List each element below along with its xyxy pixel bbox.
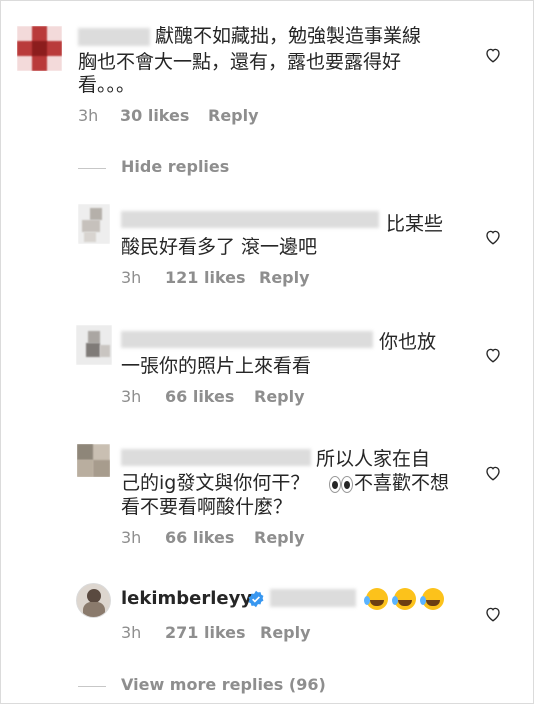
comment-text: 己的ig發文與你何干？ bbox=[121, 472, 310, 494]
comment-text: 不喜歡不想 bbox=[354, 472, 450, 494]
blurred-username[interactable] bbox=[121, 449, 311, 466]
view-more-replies-button[interactable]: View more replies (96) bbox=[121, 675, 326, 694]
likes-count[interactable]: 66 likes bbox=[165, 528, 234, 547]
comment-text: 獻醜不如藏拙，勉強製造事業線 bbox=[155, 25, 422, 47]
reply-button[interactable]: Reply bbox=[254, 528, 305, 547]
timestamp: 3h bbox=[78, 106, 99, 125]
reply-button[interactable]: Reply bbox=[254, 387, 305, 406]
laughing-crying-emoji bbox=[364, 588, 450, 610]
likes-count[interactable]: 66 likes bbox=[165, 387, 234, 406]
reply-button[interactable]: Reply bbox=[259, 268, 310, 287]
comment-text: 看不要看啊酸什麼？ bbox=[121, 496, 293, 518]
avatar[interactable] bbox=[17, 26, 62, 71]
avatar[interactable] bbox=[78, 204, 110, 244]
timestamp: 3h bbox=[121, 623, 142, 642]
heart-icon[interactable] bbox=[484, 228, 502, 246]
heart-icon[interactable] bbox=[484, 464, 502, 482]
blurred-username[interactable] bbox=[121, 331, 373, 348]
likes-count[interactable]: 30 likes bbox=[120, 106, 189, 125]
hide-replies-button[interactable]: Hide replies bbox=[121, 157, 229, 176]
heart-icon[interactable] bbox=[484, 346, 502, 364]
comment-text: 一張你的照片上來看看 bbox=[121, 355, 312, 377]
likes-count[interactable]: 121 likes bbox=[165, 268, 246, 287]
timestamp: 3h bbox=[121, 268, 142, 287]
comment-text: 酸民好看多了 滾一邊吧 bbox=[121, 236, 318, 258]
comment-text: 胸也不會大一點，還有，露也要露得好 bbox=[78, 51, 402, 73]
thread-line bbox=[78, 168, 106, 169]
reply-button[interactable]: Reply bbox=[260, 623, 311, 642]
timestamp: 3h bbox=[121, 387, 142, 406]
blurred-username[interactable] bbox=[78, 28, 150, 46]
comment-text: 你也放 bbox=[379, 331, 437, 353]
avatar[interactable] bbox=[76, 583, 111, 618]
blurred-mention[interactable] bbox=[270, 589, 356, 607]
thread-line bbox=[78, 686, 106, 687]
comment-text: 所以人家在自 bbox=[316, 448, 431, 470]
username[interactable]: lekimberleyy bbox=[121, 588, 252, 609]
likes-count[interactable]: 271 likes bbox=[165, 623, 246, 642]
heart-icon[interactable] bbox=[484, 46, 502, 64]
avatar[interactable] bbox=[76, 325, 112, 365]
comment-text: 看。。。 bbox=[78, 74, 136, 96]
blurred-username[interactable] bbox=[121, 211, 379, 228]
reply-button[interactable]: Reply bbox=[208, 106, 259, 125]
timestamp: 3h bbox=[121, 528, 142, 547]
eyes-emoji bbox=[327, 476, 353, 493]
avatar[interactable] bbox=[77, 444, 110, 477]
heart-icon[interactable] bbox=[484, 605, 502, 623]
verified-badge-icon bbox=[248, 590, 264, 608]
comment-text: 比某些 bbox=[386, 213, 444, 235]
